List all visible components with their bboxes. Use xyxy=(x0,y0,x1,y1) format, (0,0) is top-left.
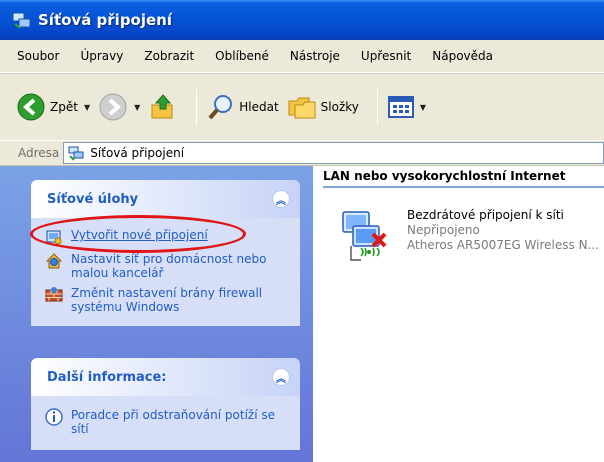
search-button[interactable]: Hledat xyxy=(207,93,279,121)
menu-edit[interactable]: Úpravy xyxy=(80,49,123,63)
task-firewall-label[interactable]: Změnit nastavení brány firewall systému … xyxy=(71,286,290,314)
connection-device: Atheros AR5007EG Wireless N... xyxy=(407,238,599,252)
menu-bar: Soubor Úpravy Zobrazit Oblíbené Nástroje… xyxy=(0,40,604,73)
connection-name: Bezdrátové připojení k síti xyxy=(407,208,564,222)
toolbar-separator-2 xyxy=(376,89,378,125)
new-connection-icon xyxy=(46,230,62,245)
folders-label: Složky xyxy=(320,100,359,114)
window-title: Síťová připojení xyxy=(38,11,172,29)
home-network-icon xyxy=(45,253,63,269)
wireless-connection-icon xyxy=(342,211,387,261)
views-dropdown-icon[interactable]: ▼ xyxy=(420,103,426,112)
forward-arrow-icon xyxy=(99,93,127,121)
network-tasks-header[interactable]: Síťové úlohy ︽ xyxy=(31,180,300,218)
group-header: LAN nebo vysokorychlostní Internet xyxy=(323,166,604,188)
task-firewall[interactable]: Změnit nastavení brány firewall systému … xyxy=(45,286,290,314)
menu-advanced[interactable]: Upřesnit xyxy=(361,49,411,63)
task-troubleshooter-label[interactable]: Poradce při odstraňování potíží se sítí xyxy=(71,408,290,436)
address-value: Síťová připojení xyxy=(90,146,185,160)
up-folder-icon xyxy=(151,94,173,119)
network-tasks-panel: Síťové úlohy ︽ Vytvořit nové připojení N… xyxy=(31,180,300,326)
network-connections-icon xyxy=(68,146,84,161)
task-home-network[interactable]: Nastavit síť pro domácnost nebo malou ka… xyxy=(45,252,290,280)
title-bar[interactable]: Síťová připojení xyxy=(0,0,604,40)
up-folder-button[interactable] xyxy=(148,92,178,122)
toolbar-separator xyxy=(196,89,198,125)
connection-status: Nepřipojeno xyxy=(407,223,480,237)
network-tasks-body: Vytvořit nové připojení Nastavit síť pro… xyxy=(31,218,300,326)
collapse-icon[interactable]: ︽ xyxy=(272,368,290,386)
address-bar: Adresa Síťová připojení xyxy=(0,140,604,166)
more-info-title: Další informace: xyxy=(47,369,167,385)
search-icon xyxy=(208,95,233,120)
connection-details: Bezdrátové připojení k síti Nepřipojeno … xyxy=(407,208,599,268)
back-label: Zpět xyxy=(50,100,78,114)
menu-view[interactable]: Zobrazit xyxy=(144,49,194,63)
back-arrow-icon xyxy=(17,93,45,121)
menu-favorites[interactable]: Oblíbené xyxy=(215,49,269,63)
address-label: Adresa xyxy=(18,146,60,160)
views-icon xyxy=(387,96,414,118)
network-connections-icon xyxy=(12,12,31,29)
task-create-connection-label[interactable]: Vytvořit nové připojení xyxy=(71,228,208,242)
back-button[interactable]: Zpět ▼ xyxy=(16,92,90,122)
menu-help[interactable]: Nápověda xyxy=(432,49,493,63)
toolbar: Zpět ▼ ▼ Hledat Složky ▼ xyxy=(0,73,604,140)
back-dropdown-icon[interactable]: ▼ xyxy=(84,103,90,112)
menu-file[interactable]: Soubor xyxy=(17,49,59,63)
firewall-icon xyxy=(45,287,63,302)
content-pane: LAN nebo vysokorychlostní Internet Bezdr… xyxy=(313,166,604,462)
views-button[interactable]: ▼ xyxy=(387,95,426,119)
wireless-connection-item[interactable]: Bezdrátové připojení k síti Nepřipojeno … xyxy=(339,208,599,268)
task-troubleshooter[interactable]: Poradce při odstraňování potíží se sítí xyxy=(45,408,290,436)
folders-button[interactable]: Složky xyxy=(287,93,359,121)
collapse-icon[interactable]: ︽ xyxy=(272,190,290,208)
more-info-header[interactable]: Další informace: ︽ xyxy=(31,358,300,396)
forward-dropdown-icon[interactable]: ▼ xyxy=(134,103,140,112)
info-icon xyxy=(45,408,63,426)
more-info-body: Poradce při odstraňování potíží se sítí xyxy=(31,396,300,450)
folders-icon xyxy=(288,97,316,119)
task-home-network-label[interactable]: Nastavit síť pro domácnost nebo malou ka… xyxy=(71,252,290,280)
more-info-panel: Další informace: ︽ Poradce při odstraňov… xyxy=(31,358,300,450)
task-pane: Síťové úlohy ︽ Vytvořit nové připojení N… xyxy=(0,166,313,462)
address-field[interactable]: Síťová připojení xyxy=(63,142,604,164)
search-label: Hledat xyxy=(239,100,279,114)
task-create-connection[interactable]: Vytvořit nové připojení xyxy=(45,228,290,246)
forward-button[interactable]: ▼ xyxy=(98,92,140,122)
menu-tools[interactable]: Nástroje xyxy=(290,49,340,63)
network-tasks-title: Síťové úlohy xyxy=(47,191,139,207)
